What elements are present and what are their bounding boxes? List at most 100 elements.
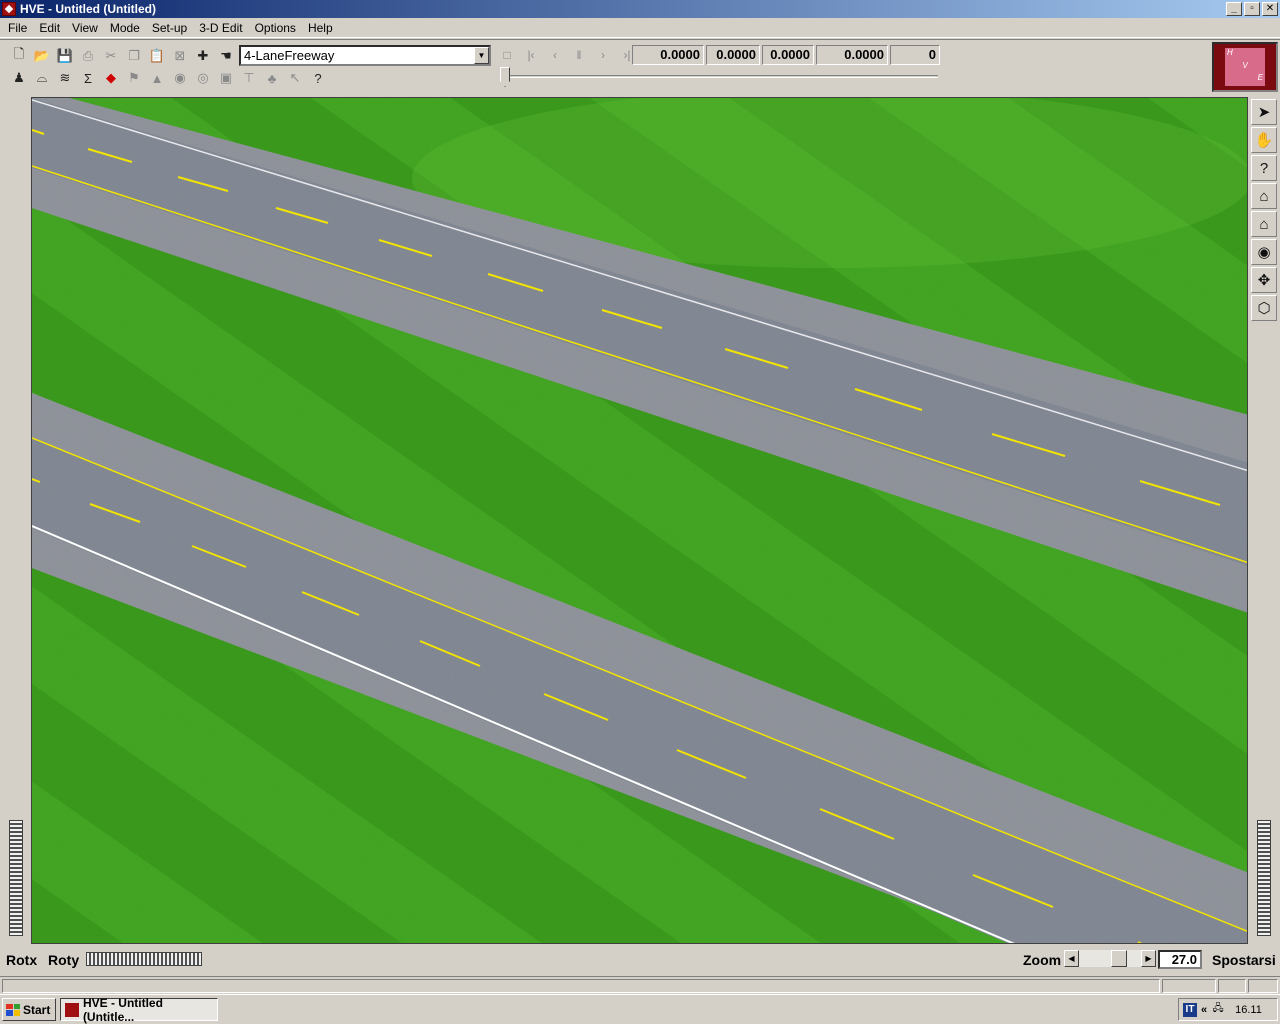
system-tray: IT « 🖧 16.11 xyxy=(1178,998,1278,1021)
cube-view-icon[interactable]: ⬡ xyxy=(1251,295,1277,321)
close-button[interactable]: ✕ xyxy=(1262,2,1278,16)
rewind-icon[interactable]: |‹ xyxy=(520,45,542,65)
arrow-tool-icon[interactable]: ↖ xyxy=(284,68,306,88)
step-back-icon[interactable]: ‹ xyxy=(544,45,566,65)
status-bar xyxy=(0,976,1280,994)
hand-icon[interactable]: ☚ xyxy=(215,46,237,66)
3d-viewport[interactable] xyxy=(31,97,1248,944)
hve-logo: H V E xyxy=(1212,42,1278,92)
start-label: Start xyxy=(23,1002,51,1017)
hve-task-icon xyxy=(65,1002,79,1017)
menu-bar: File Edit View Mode Set-up 3-D Edit Opti… xyxy=(0,18,1280,38)
spostarsi-label: Spostarsi xyxy=(1212,952,1276,968)
zoom-thumb[interactable] xyxy=(1111,950,1127,967)
menu-file[interactable]: File xyxy=(2,21,33,35)
readout-3: 0.0000 xyxy=(762,45,814,65)
menu-setup[interactable]: Set-up xyxy=(146,21,193,35)
chevron-down-icon[interactable]: ▼ xyxy=(474,47,489,64)
target-icon[interactable]: ◎ xyxy=(192,68,214,88)
road-type-select[interactable]: 4-LaneFreeway ▼ xyxy=(239,45,491,66)
rotx-wheel-vertical[interactable] xyxy=(9,820,23,936)
hve-app-icon[interactable] xyxy=(2,2,16,16)
box-icon[interactable]: ▣ xyxy=(215,68,237,88)
select-arrow-icon[interactable]: ➤ xyxy=(1251,99,1277,125)
move-cross-icon[interactable]: ✥ xyxy=(1251,267,1277,293)
view-tools: ➤ ✋ ? ⌂ ⌂ ◉ ✥ ⬡ xyxy=(1251,99,1277,321)
maximize-button[interactable]: ▫ xyxy=(1244,2,1260,16)
readout-4: 0.0000 xyxy=(816,45,888,65)
toolbar-row-1: 🗋 📂 💾 ⎙ ✂ ❐ 📋 ⊠ ✚ ☚ xyxy=(8,46,237,66)
menu-help[interactable]: Help xyxy=(302,21,339,35)
start-button[interactable]: Start xyxy=(2,998,56,1021)
pan-hand-icon[interactable]: ✋ xyxy=(1251,127,1277,153)
tray-expand-arrows[interactable]: « xyxy=(1201,1004,1207,1016)
zoom-value-field[interactable]: 27.0 xyxy=(1158,950,1202,969)
zoom-track[interactable] xyxy=(1079,950,1141,967)
menu-mode[interactable]: Mode xyxy=(104,21,146,35)
open-folder-icon[interactable]: 📂 xyxy=(31,46,53,66)
save-icon[interactable]: 💾 xyxy=(54,46,76,66)
step-forward-icon[interactable]: › xyxy=(592,45,614,65)
zoom-right-arrow-icon[interactable]: ▶ xyxy=(1141,950,1156,967)
taskbar-item-label: HVE - Untitled (Untitle... xyxy=(82,995,163,1024)
title-bar: HVE - Untitled (Untitled) _ ▫ ✕ xyxy=(0,0,1280,18)
road-type-value: 4-LaneFreeway xyxy=(244,48,335,63)
person-icon[interactable]: ♟ xyxy=(8,68,30,88)
time-slider-track[interactable] xyxy=(500,75,938,78)
menu-options[interactable]: Options xyxy=(249,21,302,35)
zoom-wheel-vertical[interactable] xyxy=(1257,820,1271,936)
readout-5: 0 xyxy=(890,45,940,65)
add-icon[interactable]: ✚ xyxy=(192,46,214,66)
status-pane-4 xyxy=(1248,979,1278,993)
menu-view[interactable]: View xyxy=(66,21,104,35)
sign-icon[interactable]: ⊤ xyxy=(238,68,260,88)
logo-letter-e: E xyxy=(1257,73,1263,83)
left-panel xyxy=(0,97,31,944)
window-controls: _ ▫ ✕ xyxy=(1226,2,1278,16)
cut-icon[interactable]: ✂ xyxy=(100,46,122,66)
rotx-label: Rotx xyxy=(6,952,38,968)
zoom-scrollbar[interactable]: ◀ ▶ xyxy=(1064,950,1156,967)
taskbar-item-hve[interactable]: HVE - Untitled (Untitle... xyxy=(60,995,218,1024)
event-icon[interactable]: ◆ xyxy=(100,68,122,88)
status-pane-3 xyxy=(1218,979,1246,993)
roty-label: Roty xyxy=(48,952,80,968)
logo-letter-v: V xyxy=(1242,60,1248,70)
pause-icon[interactable]: ‖ xyxy=(568,45,590,65)
zoom-left-arrow-icon[interactable]: ◀ xyxy=(1064,950,1079,967)
language-indicator[interactable]: IT xyxy=(1183,1002,1197,1017)
network-icon[interactable]: 🖧 xyxy=(1211,1003,1225,1017)
barrel-icon[interactable]: ◉ xyxy=(169,68,191,88)
zoom-label: Zoom xyxy=(1023,952,1062,968)
roty-wheel-horizontal[interactable] xyxy=(86,952,202,966)
home-zoom-icon[interactable]: ⌂ xyxy=(1251,211,1277,237)
copy-icon[interactable]: ❐ xyxy=(123,46,145,66)
home-icon[interactable]: ⌂ xyxy=(1251,183,1277,209)
tree-icon[interactable]: ♣ xyxy=(261,68,283,88)
readout-2: 0.0000 xyxy=(706,45,760,65)
stop-icon[interactable]: □ xyxy=(496,45,518,65)
clock[interactable]: 16.11 xyxy=(1235,1004,1262,1016)
logo-tile: H V E xyxy=(1225,48,1265,86)
sigma-icon[interactable]: Σ xyxy=(77,68,99,88)
logo-letter-h: H xyxy=(1227,48,1233,57)
print-icon[interactable]: ⎙ xyxy=(77,46,99,66)
eye-icon[interactable]: ◉ xyxy=(1251,239,1277,265)
query-icon[interactable]: ? xyxy=(1251,155,1277,181)
new-file-icon[interactable]: 🗋 xyxy=(8,46,30,66)
status-pane-main xyxy=(2,979,1160,993)
delete-icon[interactable]: ⊠ xyxy=(169,46,191,66)
windows-flag-icon xyxy=(6,1003,20,1016)
playback-controls: □ |‹ ‹ ‖ › ›| xyxy=(496,45,638,65)
cone-icon[interactable]: ▲ xyxy=(146,68,168,88)
menu-edit[interactable]: Edit xyxy=(33,21,66,35)
vehicle-icon[interactable]: ⌓ xyxy=(31,68,53,88)
minimize-button[interactable]: _ xyxy=(1226,2,1242,16)
flag-icon[interactable]: ⚑ xyxy=(123,68,145,88)
menu-3d-edit[interactable]: 3-D Edit xyxy=(193,21,248,35)
paste-icon[interactable]: 📋 xyxy=(146,46,168,66)
terrain-icon[interactable]: ≋ xyxy=(54,68,76,88)
help-query-icon[interactable]: ? xyxy=(307,68,329,88)
window-title: HVE - Untitled (Untitled) xyxy=(20,2,156,16)
scene-svg xyxy=(32,98,1247,943)
